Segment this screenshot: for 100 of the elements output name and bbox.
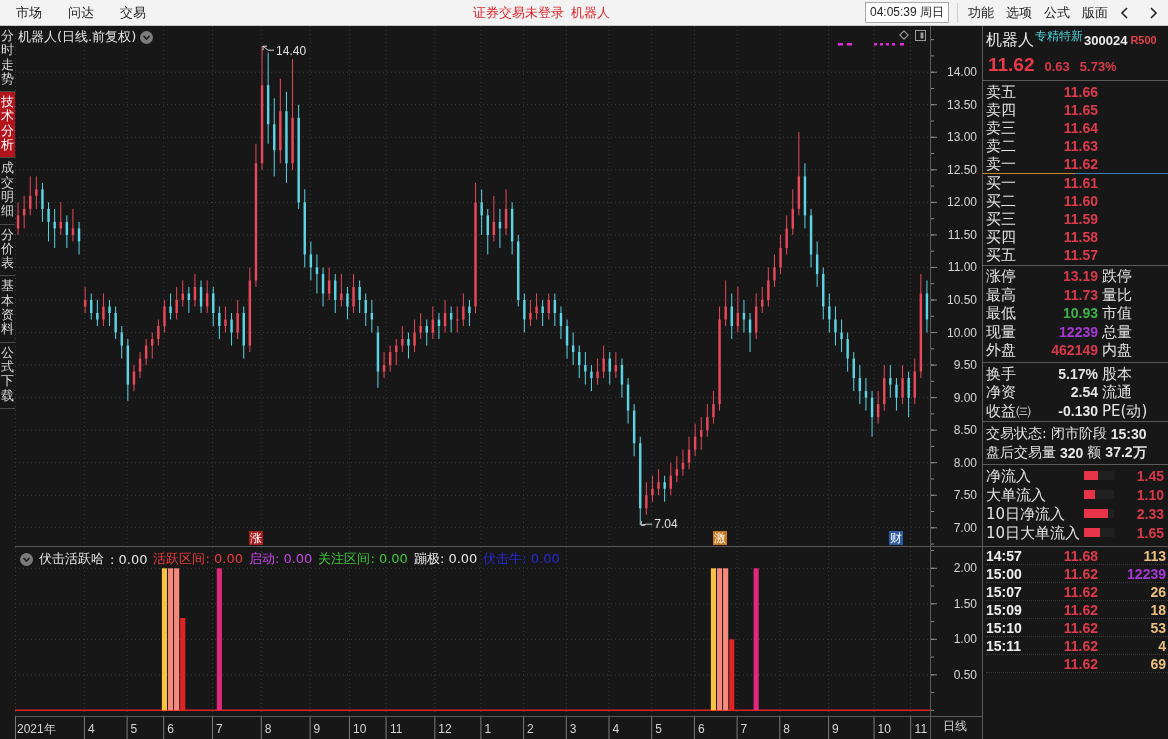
- candle: [77, 228, 81, 242]
- candle-wick: [536, 293, 538, 320]
- candle-wick: [584, 351, 586, 386]
- candle-wick: [310, 240, 312, 281]
- candle-wick: [328, 266, 330, 301]
- side-tab[interactable]: 公式下载: [0, 342, 15, 409]
- candle-wick: [688, 436, 690, 470]
- dropdown-icon[interactable]: [140, 30, 154, 44]
- panel-icon[interactable]: [915, 30, 926, 41]
- candle: [273, 124, 276, 151]
- axis-label: 12.50: [946, 162, 977, 177]
- candle: [517, 241, 520, 300]
- candle-wick: [548, 293, 550, 320]
- candle-wick: [218, 306, 220, 340]
- candle: [797, 176, 801, 209]
- candle: [614, 365, 618, 372]
- axis-label: 10: [877, 722, 891, 736]
- candle: [41, 189, 44, 209]
- candle-wick: [529, 299, 531, 327]
- axis-label: 9.50: [953, 358, 977, 373]
- candle-wick: [780, 234, 782, 275]
- candle-wick: [493, 195, 495, 242]
- axis-label: 3: [569, 722, 577, 736]
- axis-label: 9: [832, 722, 839, 736]
- ask-price: 11.64: [1062, 120, 1098, 136]
- candle-wick: [35, 175, 37, 210]
- axis-label: 10: [352, 722, 367, 736]
- candle-wick: [426, 319, 428, 347]
- candle: [553, 300, 557, 313]
- candle-wick: [96, 299, 98, 327]
- side-tab[interactable]: 技术分析: [0, 92, 15, 159]
- legend-item: 蹦极: 0.00: [413, 550, 478, 568]
- axis-label: 11.50: [947, 227, 977, 242]
- candle-wick: [432, 306, 434, 340]
- axis-label: 7.00: [953, 520, 977, 535]
- toolbar-menu-item[interactable]: 版面: [1082, 3, 1108, 22]
- candle-wick: [749, 312, 751, 353]
- candle: [388, 352, 392, 366]
- side-tab[interactable]: 基本资料: [0, 276, 15, 343]
- stat-label: 最低: [986, 304, 1017, 323]
- chevron-left-icon[interactable]: [1120, 6, 1128, 19]
- candle: [199, 287, 203, 307]
- candle-wick: [163, 299, 165, 334]
- dropdown-icon[interactable]: [20, 552, 33, 566]
- candle-wick: [383, 351, 385, 379]
- trade-volume: 4: [1157, 637, 1167, 654]
- candle: [681, 462, 685, 470]
- candle: [700, 430, 703, 437]
- candle: [876, 404, 880, 418]
- toolbar-menu-item[interactable]: 公式: [1044, 3, 1070, 22]
- trade-volume: 12239: [1126, 565, 1167, 582]
- side-tab[interactable]: 成交明细: [0, 158, 15, 225]
- menu-item[interactable]: 市场: [16, 3, 42, 22]
- candle: [340, 293, 343, 300]
- ask-price: 11.66: [1062, 84, 1098, 100]
- stat-label: 现量: [986, 322, 1017, 341]
- axis-label: 1.50: [953, 596, 977, 611]
- after-hours-volume: 320: [1060, 445, 1084, 462]
- side-tab[interactable]: 分价表: [0, 224, 15, 277]
- toolbar-menu-item[interactable]: 选项: [1006, 3, 1032, 22]
- axis-label: 7.50: [953, 488, 977, 503]
- axis-label: 12.00: [946, 195, 977, 210]
- candle-wick: [176, 286, 178, 320]
- candle-wick: [121, 325, 123, 360]
- candle: [822, 273, 825, 307]
- candle: [468, 306, 471, 313]
- candle-wick: [322, 266, 324, 307]
- candle-wick: [853, 351, 855, 392]
- candle: [889, 378, 892, 385]
- candle-wick: [237, 299, 239, 340]
- candle: [395, 345, 398, 353]
- candle: [846, 339, 849, 359]
- diamond-icon[interactable]: [899, 30, 909, 40]
- candle: [138, 358, 142, 372]
- candle: [895, 384, 898, 398]
- candle: [498, 221, 502, 229]
- clock: 04:05:39 周日: [864, 2, 949, 23]
- menu-item[interactable]: 交易: [120, 3, 146, 22]
- candle-wick: [499, 208, 501, 249]
- candle-wick: [743, 299, 745, 334]
- toolbar-menu-item[interactable]: 功能: [968, 3, 994, 22]
- axis-label: 5: [130, 722, 138, 736]
- axis-label: 11: [390, 722, 403, 736]
- legend-item: 关注区间: 0.00: [318, 550, 408, 568]
- chevron-right-icon[interactable]: [1150, 6, 1158, 19]
- stat-label: 净资: [986, 383, 1017, 402]
- period-label[interactable]: 日线: [943, 718, 967, 735]
- legend-item: 启动: 0.00: [248, 550, 313, 568]
- candle: [47, 208, 50, 222]
- menu-item[interactable]: 问达: [68, 3, 94, 22]
- trade-time: 15:11: [986, 637, 1022, 654]
- flow-label: 大单流入: [986, 485, 1047, 504]
- candle-wick: [90, 293, 92, 320]
- trade-price: 11.62: [1062, 601, 1098, 618]
- stat-value: -0.130: [1057, 402, 1098, 419]
- candle-wick: [578, 345, 580, 379]
- candle-wick: [450, 306, 452, 334]
- candle: [626, 384, 630, 411]
- candle-wick: [438, 312, 440, 340]
- candle: [754, 306, 758, 333]
